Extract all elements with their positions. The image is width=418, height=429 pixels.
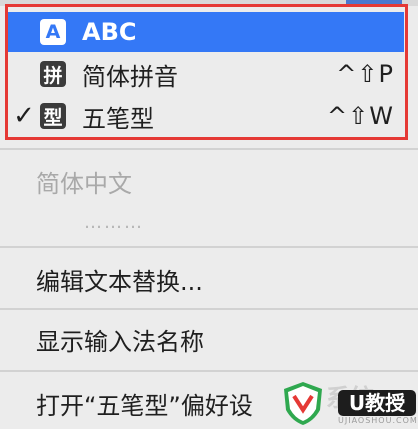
menu-separator: [0, 246, 418, 248]
watermark-site: UJIAOSHOU.COM: [338, 416, 418, 425]
menu-item-shortcut: ^⇧P: [336, 60, 394, 88]
menu-item-simplified-pinyin[interactable]: 拼 简体拼音 ^⇧P: [8, 54, 404, 94]
open-preferences-item[interactable]: 打开“五笔型”偏好设: [36, 386, 253, 421]
menu-separator: [0, 148, 418, 150]
checkmark-icon: ✓: [13, 101, 35, 131]
menu-item-wubi[interactable]: ✓ 型 五笔型 ^⇧W: [8, 96, 404, 136]
section-header-simplified-chinese: 简体中文: [36, 170, 132, 198]
menu-item-abc[interactable]: A ABC: [8, 12, 404, 52]
menu-separator: [0, 308, 418, 310]
watermark-badge: U教授: [338, 390, 416, 416]
menu-item-label: 五笔型: [82, 104, 154, 133]
dotted-placeholder: ………: [84, 212, 144, 233]
menu-item-label: 简体拼音: [82, 62, 178, 91]
menubar-edge: [0, 0, 418, 6]
input-source-menu: A ABC 拼 简体拼音 ^⇧P ✓ 型 五笔型 ^⇧W 简体中文 ……… 编辑…: [0, 0, 418, 429]
pinyin-input-icon: 拼: [40, 61, 66, 87]
shield-logo-icon: [284, 382, 322, 425]
menu-item-label: ABC: [82, 18, 137, 46]
watermark-logo: 系统 U教授 UJIAOSHOU.COM: [280, 378, 418, 429]
menubar-active-indicator: [346, 0, 402, 6]
menu-separator: [0, 370, 418, 372]
show-input-source-name-item[interactable]: 显示输入法名称: [36, 322, 204, 357]
edit-text-substitutions-item[interactable]: 编辑文本替换...: [36, 262, 203, 297]
menu-item-shortcut: ^⇧W: [327, 102, 394, 130]
abc-input-icon: A: [40, 19, 66, 45]
wubi-input-icon: 型: [40, 103, 66, 129]
